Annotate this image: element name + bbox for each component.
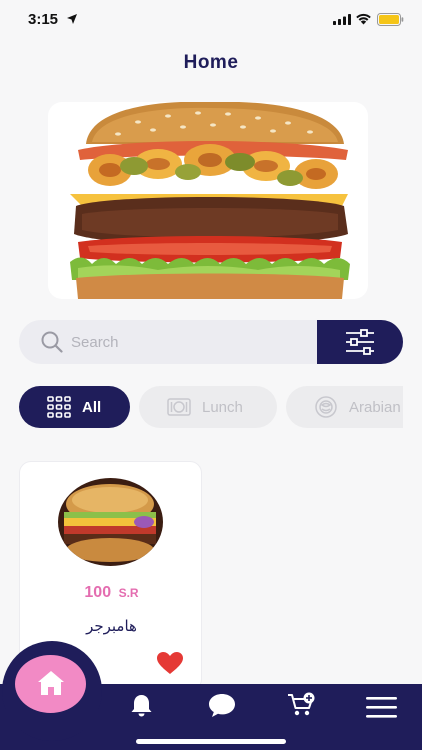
product-name: هامبرجر: [86, 617, 137, 635]
search-bar: [19, 320, 403, 364]
status-bar: 3:15: [0, 0, 422, 44]
location-arrow-icon: [67, 14, 77, 24]
menu-icon[interactable]: [366, 697, 397, 718]
bell-icon[interactable]: [129, 693, 154, 718]
category-chip-all[interactable]: All: [19, 386, 130, 428]
price-currency: S.R: [118, 586, 139, 600]
product-image: [58, 478, 163, 566]
grid-icon: [47, 396, 71, 418]
category-label: Lunch: [202, 398, 243, 416]
arabian-icon: [315, 396, 337, 418]
wifi-icon: [356, 13, 371, 25]
heart-icon[interactable]: [156, 651, 184, 675]
cellular-signal-icon: [333, 14, 351, 25]
hero-burger-image: [48, 102, 368, 299]
lunch-icon: [167, 398, 191, 416]
page-title: Home: [183, 52, 239, 73]
category-label: Arabian: [349, 398, 401, 416]
search-input[interactable]: [71, 320, 311, 364]
price-value: 100: [84, 584, 112, 601]
battery-icon: [377, 13, 404, 26]
status-time: 3:15: [28, 11, 59, 28]
search-icon: [41, 331, 63, 353]
home-button[interactable]: [15, 655, 86, 713]
product-price: 100 S.R: [20, 584, 203, 602]
product-burger-illustration: [58, 478, 163, 566]
filter-sliders-icon: [346, 329, 374, 355]
home-indicator: [136, 739, 286, 744]
category-label: All: [82, 398, 102, 416]
category-chips: All Lunch Arabian: [0, 386, 403, 430]
burger-illustration: [70, 102, 350, 299]
filter-button[interactable]: [317, 320, 403, 364]
category-chip-arabian[interactable]: Arabian: [286, 386, 403, 428]
home-icon: [38, 671, 64, 695]
chat-icon[interactable]: [208, 693, 236, 718]
cart-icon[interactable]: [287, 692, 316, 717]
category-chip-lunch[interactable]: Lunch: [139, 386, 277, 428]
